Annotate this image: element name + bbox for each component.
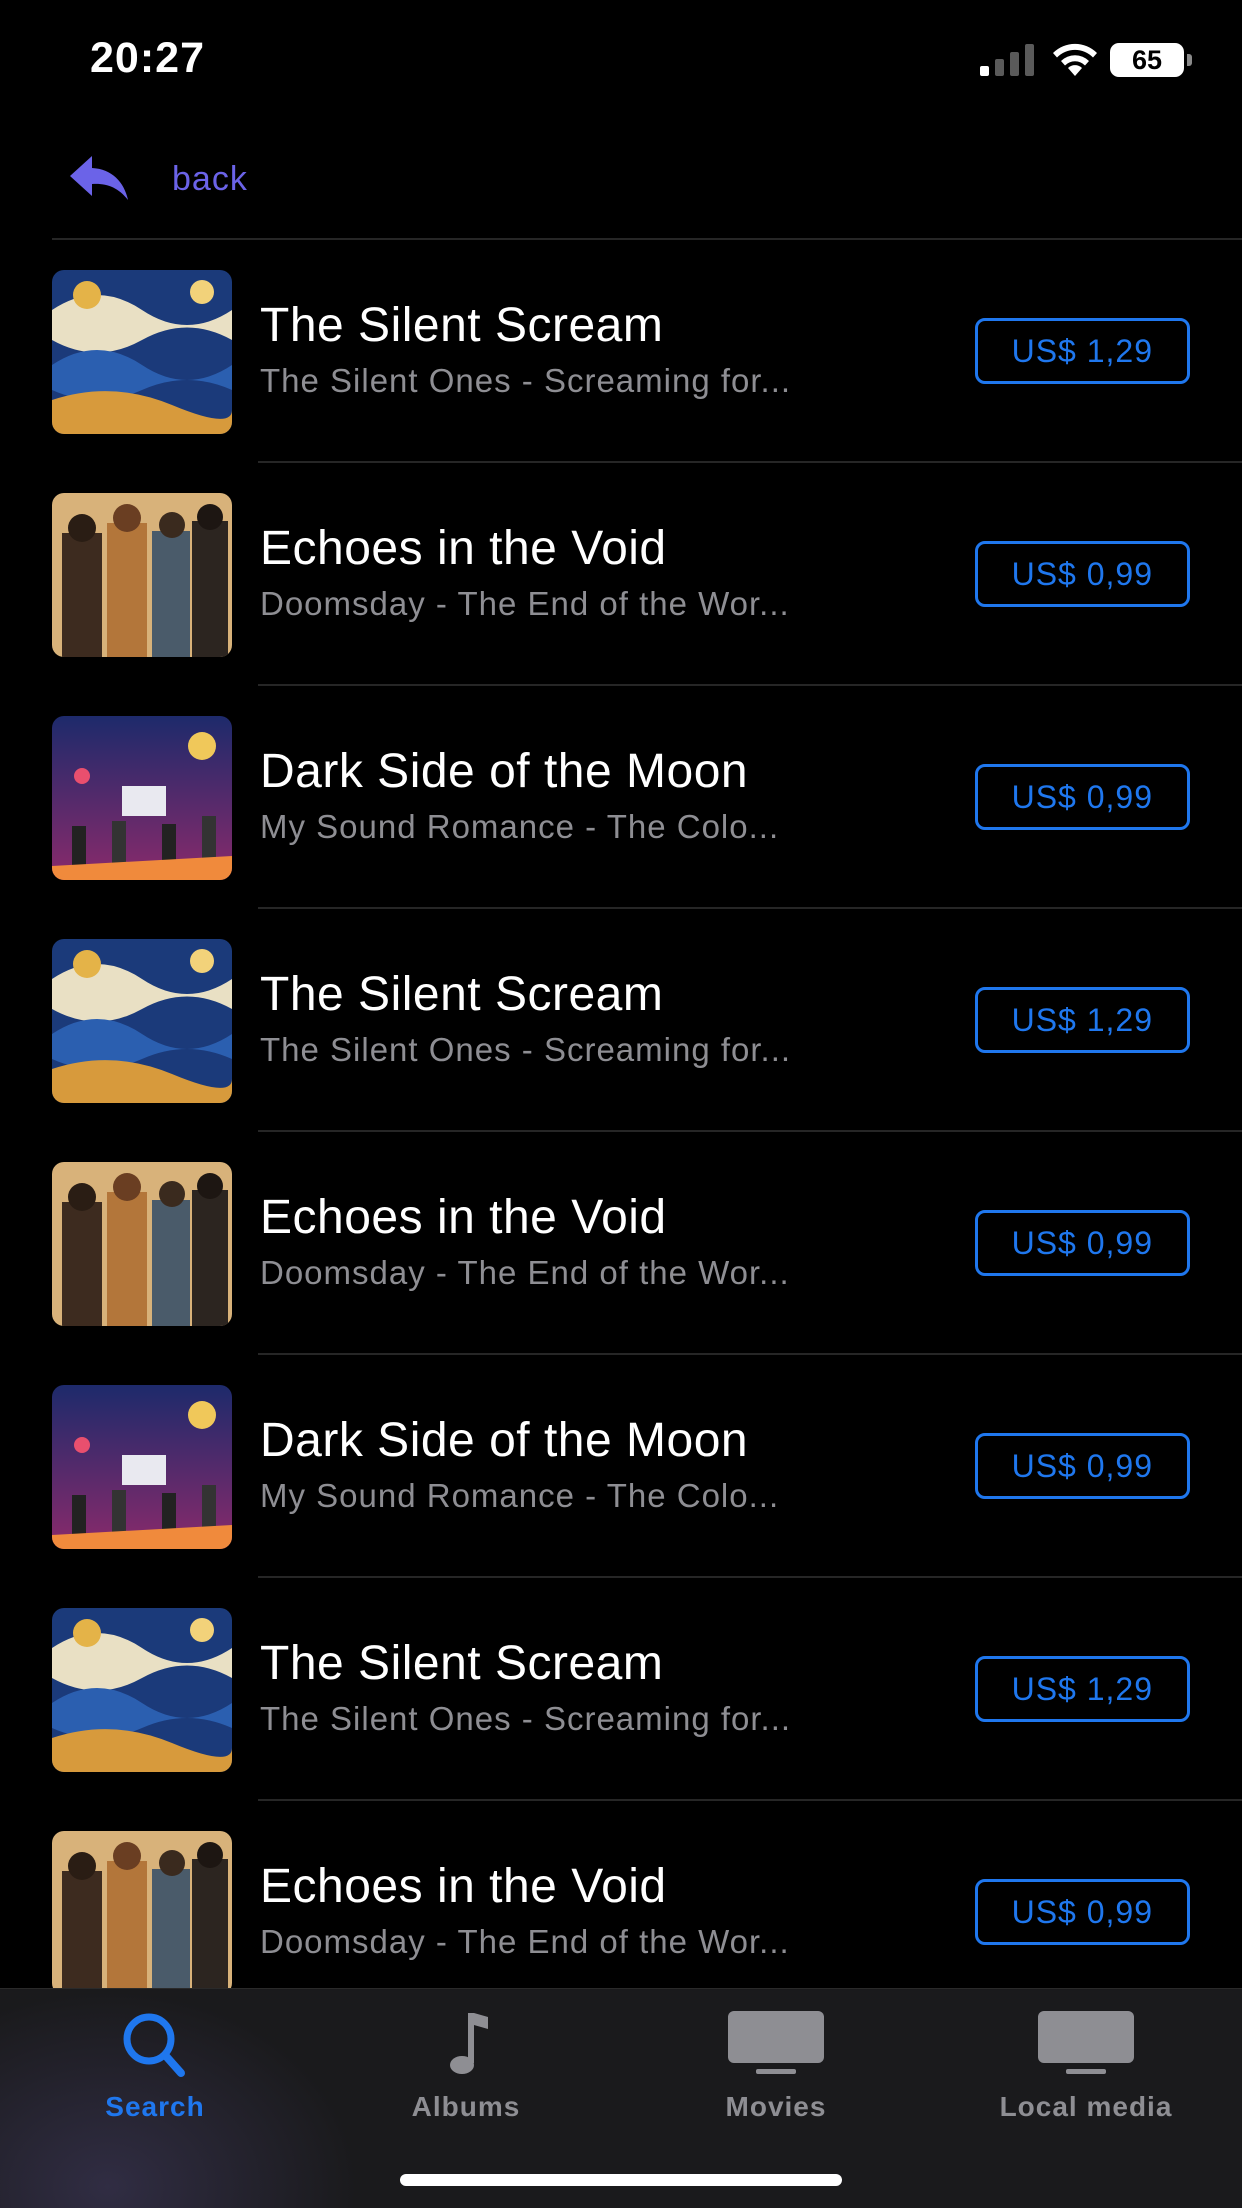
track-subtitle: The Silent Ones - Screaming for...	[260, 1031, 792, 1068]
search-icon	[123, 2013, 185, 2077]
tab-albums[interactable]: Albums	[311, 1989, 621, 2139]
track-title: Echoes in the Void	[260, 522, 667, 575]
nav-bar: back	[0, 130, 1242, 240]
buy-button[interactable]: US$ 0,99	[974, 1879, 1190, 1945]
album-artwork	[52, 939, 232, 1103]
buy-button[interactable]: US$ 0,99	[974, 1433, 1190, 1499]
home-indicator[interactable]	[400, 2174, 842, 2186]
album-artwork	[52, 1385, 232, 1549]
track-subtitle: Doomsday - The End of the Wor...	[260, 585, 790, 622]
cellular-signal-icon	[980, 44, 1034, 76]
track-title: Dark Side of the Moon	[260, 1414, 749, 1467]
track-row[interactable]: The Silent Scream The Silent Ones - Scre…	[0, 1578, 1242, 1801]
buy-button[interactable]: US$ 0,99	[974, 1210, 1190, 1276]
tab-label: Search	[105, 2091, 205, 2122]
buy-button[interactable]: US$ 1,29	[974, 987, 1190, 1053]
track-title: Echoes in the Void	[260, 1860, 667, 1913]
album-artwork	[52, 1831, 232, 1988]
status-bar: 20:27 65	[0, 0, 1242, 120]
track-subtitle: Doomsday - The End of the Wor...	[260, 1254, 790, 1291]
track-subtitle: Doomsday - The End of the Wor...	[260, 1923, 790, 1960]
tab-label: Movies	[725, 2091, 827, 2122]
battery-tip	[1187, 54, 1192, 66]
buy-button[interactable]: US$ 1,29	[974, 318, 1190, 384]
tab-local-media[interactable]: Local media	[931, 1989, 1241, 2139]
track-title: The Silent Scream	[260, 1637, 664, 1690]
track-subtitle: The Silent Ones - Screaming for...	[260, 362, 792, 399]
tab-search[interactable]: Search	[0, 1989, 310, 2139]
track-row[interactable]: The Silent Scream The Silent Ones - Scre…	[0, 909, 1242, 1132]
track-title: The Silent Scream	[260, 968, 664, 1021]
back-arrow-icon[interactable]	[68, 154, 130, 204]
buy-button[interactable]: US$ 0,99	[974, 541, 1190, 607]
track-title: The Silent Scream	[260, 299, 664, 352]
battery-level: 65	[1110, 43, 1184, 77]
track-row[interactable]: Echoes in the Void Doomsday - The End of…	[0, 463, 1242, 686]
track-title: Echoes in the Void	[260, 1191, 667, 1244]
album-artwork	[52, 1608, 232, 1772]
track-row[interactable]: Echoes in the Void Doomsday - The End of…	[0, 1132, 1242, 1355]
track-row[interactable]: Echoes in the Void Doomsday - The End of…	[0, 1801, 1242, 1988]
buy-button[interactable]: US$ 0,99	[974, 764, 1190, 830]
tab-movies[interactable]: Movies	[621, 1989, 931, 2139]
music-note-icon	[450, 2013, 488, 2074]
tab-label: Albums	[411, 2091, 521, 2122]
track-subtitle: The Silent Ones - Screaming for...	[260, 1700, 792, 1737]
track-subtitle: My Sound Romance - The Colo...	[260, 1477, 780, 1514]
wifi-icon	[1053, 43, 1097, 76]
battery-icon: 65	[1110, 43, 1192, 77]
album-artwork	[52, 1162, 232, 1326]
tab-label: Local media	[999, 2091, 1173, 2122]
album-artwork	[52, 493, 232, 657]
album-artwork	[52, 716, 232, 880]
album-artwork	[52, 270, 232, 434]
track-subtitle: My Sound Romance - The Colo...	[260, 808, 780, 845]
track-row[interactable]: Dark Side of the Moon My Sound Romance -…	[0, 686, 1242, 909]
tv-icon	[728, 2011, 824, 2074]
track-title: Dark Side of the Moon	[260, 745, 749, 798]
back-button[interactable]: back	[172, 160, 248, 199]
track-list[interactable]: The Silent Scream The Silent Ones - Scre…	[0, 240, 1242, 1988]
track-row[interactable]: Dark Side of the Moon My Sound Romance -…	[0, 1355, 1242, 1578]
track-row[interactable]: The Silent Scream The Silent Ones - Scre…	[0, 240, 1242, 463]
status-time: 20:27	[90, 34, 205, 82]
buy-button[interactable]: US$ 1,29	[974, 1656, 1190, 1722]
tv-icon	[1038, 2011, 1134, 2074]
